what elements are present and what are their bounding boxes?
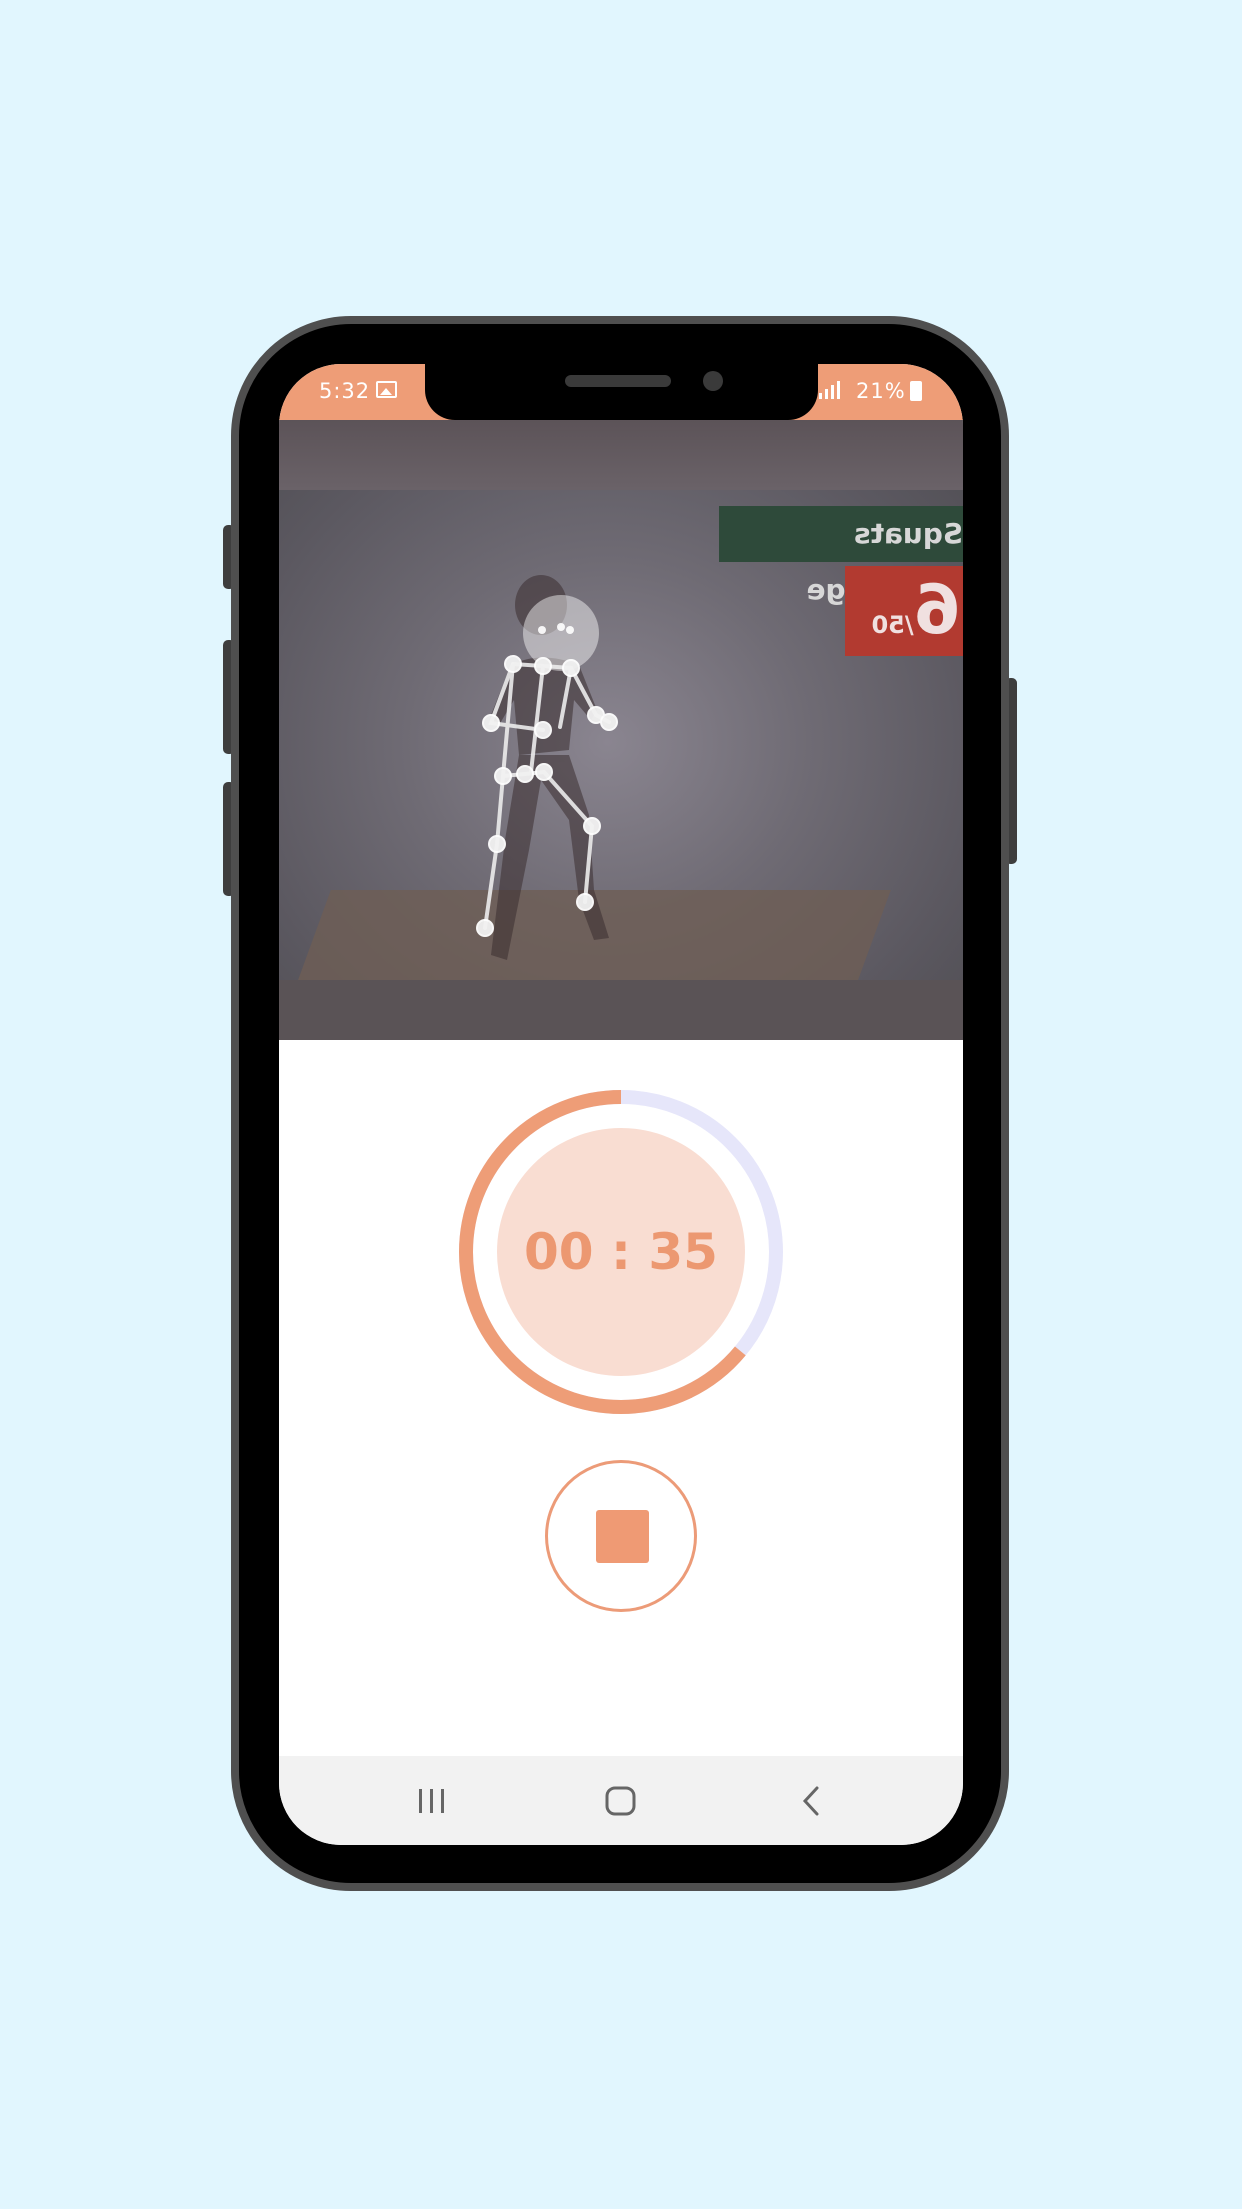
signal-icon [819, 381, 843, 399]
back-icon[interactable] [789, 1778, 835, 1824]
status-time: 5:32 [319, 379, 371, 403]
front-camera [703, 371, 723, 391]
phone-screen: Squats Challenge 6/50 [279, 364, 963, 1845]
timer-display: 00 : 35 [524, 1223, 718, 1281]
battery-icon [910, 381, 922, 401]
camera-preview: Squats Challenge 6/50 [279, 420, 963, 1040]
phone-notch [425, 364, 818, 420]
status-battery-text: 21% [856, 379, 906, 403]
recent-apps-icon[interactable] [409, 1778, 455, 1824]
home-icon[interactable] [598, 1778, 644, 1824]
status-bar: 5:32 21% [279, 364, 963, 420]
pose-head-marker [523, 595, 599, 671]
system-nav-bar [279, 1756, 963, 1845]
stop-button[interactable] [545, 1460, 697, 1612]
pose-skeleton-overlay [476, 575, 618, 960]
stop-icon [596, 1510, 649, 1563]
earpiece-speaker [565, 375, 671, 387]
timer-panel: 00 : 35 [279, 1040, 963, 1758]
image-icon [376, 381, 397, 398]
